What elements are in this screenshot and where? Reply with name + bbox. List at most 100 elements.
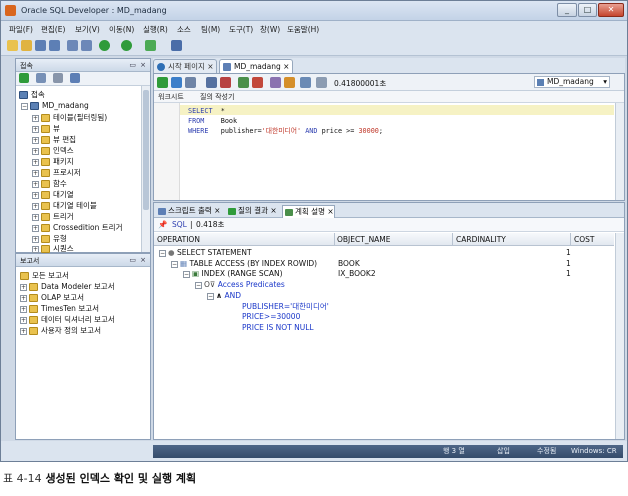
- expand-icon[interactable]: +: [20, 294, 27, 302]
- save-icon[interactable]: [35, 40, 46, 51]
- expand-icon[interactable]: +: [32, 202, 39, 210]
- schema-browser-icon[interactable]: [70, 73, 80, 83]
- tree-item[interactable]: + 뷰 편집: [32, 134, 76, 145]
- filter-icon[interactable]: [53, 73, 63, 83]
- expand-icon[interactable]: +: [20, 316, 27, 324]
- panel-close-icon[interactable]: ×: [140, 256, 146, 264]
- plan-row[interactable]: PRICE>=30000: [242, 312, 300, 322]
- pin-icon[interactable]: 📌: [158, 218, 167, 231]
- col-object-name[interactable]: OBJECT_NAME: [337, 235, 391, 244]
- report-item[interactable]: 모든 보고서: [20, 270, 69, 281]
- tab-query-builder[interactable]: 질의 작성기: [200, 92, 234, 102]
- plan-row[interactable]: − ● SELECT STATEMENT: [159, 248, 252, 258]
- format-icon[interactable]: [284, 77, 295, 88]
- sql-code[interactable]: SELECT * FROM Book WHERE publisher='대한미디…: [188, 106, 383, 136]
- plan-row[interactable]: PUBLISHER='대한미디어': [242, 302, 329, 312]
- commit-icon[interactable]: [206, 77, 217, 88]
- history-icon[interactable]: [300, 77, 311, 88]
- tree-item[interactable]: + 트리거: [32, 211, 74, 222]
- col-cost[interactable]: COST: [574, 235, 594, 244]
- minimize-button[interactable]: _: [557, 3, 577, 17]
- explain-plan-icon[interactable]: [238, 77, 249, 88]
- expand-icon[interactable]: +: [32, 158, 39, 166]
- redo-icon[interactable]: [81, 40, 92, 51]
- undo-icon[interactable]: [67, 40, 78, 51]
- menu-window[interactable]: 창(W): [260, 24, 280, 35]
- tree-connection[interactable]: − MD_madang: [21, 100, 89, 111]
- report-item[interactable]: + OLAP 보고서: [20, 292, 84, 303]
- menu-run[interactable]: 실행(R): [143, 24, 168, 35]
- expand-icon[interactable]: +: [32, 191, 39, 199]
- new-icon[interactable]: [7, 40, 18, 51]
- expand-icon[interactable]: +: [32, 114, 39, 122]
- sql-link[interactable]: SQL: [172, 218, 187, 231]
- add-connection-icon[interactable]: [19, 73, 29, 83]
- col-operation[interactable]: OPERATION: [157, 235, 200, 244]
- run-icon[interactable]: [145, 40, 156, 51]
- collapse-icon[interactable]: −: [207, 292, 214, 300]
- scrollbar-thumb[interactable]: [143, 90, 149, 210]
- save-all-icon[interactable]: [49, 40, 60, 51]
- menu-help[interactable]: 도움말(H): [287, 24, 319, 35]
- refresh-icon[interactable]: [36, 73, 46, 83]
- editor-scrollbar[interactable]: [615, 103, 624, 200]
- tree-item[interactable]: + 프로시저: [32, 167, 81, 178]
- plan-row[interactable]: − ▣ INDEX (RANGE SCAN): [183, 269, 283, 279]
- tab-script-output[interactable]: 스크립트 출력 ×: [156, 205, 220, 218]
- report-item[interactable]: + 사용자 정의 보고서: [20, 325, 101, 336]
- menu-file[interactable]: 파일(F): [9, 24, 33, 35]
- plan-row[interactable]: PRICE IS NOT NULL: [242, 323, 314, 333]
- expand-icon[interactable]: +: [32, 235, 39, 243]
- cancel-icon[interactable]: [252, 77, 263, 88]
- run-statement-icon[interactable]: [157, 77, 168, 88]
- tree-item[interactable]: + 뷰: [32, 123, 60, 134]
- collapse-icon[interactable]: −: [195, 281, 202, 289]
- menu-edit[interactable]: 편집(E): [41, 24, 65, 35]
- plan-row[interactable]: − ▦ TABLE ACCESS (BY INDEX ROWID): [171, 259, 317, 269]
- collapse-icon[interactable]: −: [21, 102, 28, 110]
- results-scrollbar[interactable]: [615, 233, 624, 439]
- tree-root[interactable]: 접속: [19, 89, 45, 100]
- col-cardinality[interactable]: CARDINALITY: [456, 235, 506, 244]
- expand-icon[interactable]: +: [32, 136, 39, 144]
- collapse-icon[interactable]: −: [171, 260, 178, 268]
- sql-tuning-icon[interactable]: [270, 77, 281, 88]
- menu-source[interactable]: 소스: [177, 24, 191, 35]
- expand-icon[interactable]: +: [20, 283, 27, 291]
- expand-icon[interactable]: +: [32, 125, 39, 133]
- expand-icon[interactable]: +: [20, 305, 27, 313]
- rollback-icon[interactable]: [220, 77, 231, 88]
- tab-worksheet-view[interactable]: 워크시트: [158, 92, 184, 102]
- open-icon[interactable]: [21, 40, 32, 51]
- forward-icon[interactable]: [121, 40, 132, 51]
- tree-item[interactable]: + 테이블(필터링됨): [32, 112, 107, 123]
- tree-item[interactable]: + 대기열 테이블: [32, 200, 97, 211]
- tree-item[interactable]: + 패키지: [32, 156, 74, 167]
- run-script-icon[interactable]: [171, 77, 182, 88]
- expand-icon[interactable]: +: [20, 327, 27, 335]
- panel-close-icon[interactable]: ×: [140, 61, 146, 69]
- panel-minimize-icon[interactable]: ▭: [129, 256, 136, 264]
- collapse-icon[interactable]: −: [159, 249, 166, 257]
- tab-worksheet[interactable]: MD_madang ×: [219, 59, 293, 73]
- autotrace-icon[interactable]: [185, 77, 196, 88]
- menu-tools[interactable]: 도구(T): [229, 24, 253, 35]
- maximize-button[interactable]: □: [578, 3, 597, 17]
- clear-icon[interactable]: [316, 77, 327, 88]
- menu-navigate[interactable]: 이동(N): [109, 24, 134, 35]
- expand-icon[interactable]: +: [32, 245, 39, 253]
- menu-team[interactable]: 팀(M): [201, 24, 220, 35]
- plan-row[interactable]: − ∧ AND: [207, 291, 241, 301]
- plan-row[interactable]: − O⊽ Access Predicates: [195, 280, 285, 290]
- close-button[interactable]: ✕: [598, 3, 624, 17]
- expand-icon[interactable]: +: [32, 213, 39, 221]
- menu-view[interactable]: 보기(V): [75, 24, 100, 35]
- expand-icon[interactable]: +: [32, 147, 39, 155]
- tree-item[interactable]: + 인덱스: [32, 145, 74, 156]
- expand-icon[interactable]: +: [32, 180, 39, 188]
- tab-start-page[interactable]: 시작 페이지 ×: [153, 59, 217, 73]
- expand-icon[interactable]: +: [32, 224, 39, 232]
- tree-item[interactable]: + Crossedition 트리거: [32, 222, 122, 233]
- back-icon[interactable]: [99, 40, 110, 51]
- panel-minimize-icon[interactable]: ▭: [129, 61, 136, 69]
